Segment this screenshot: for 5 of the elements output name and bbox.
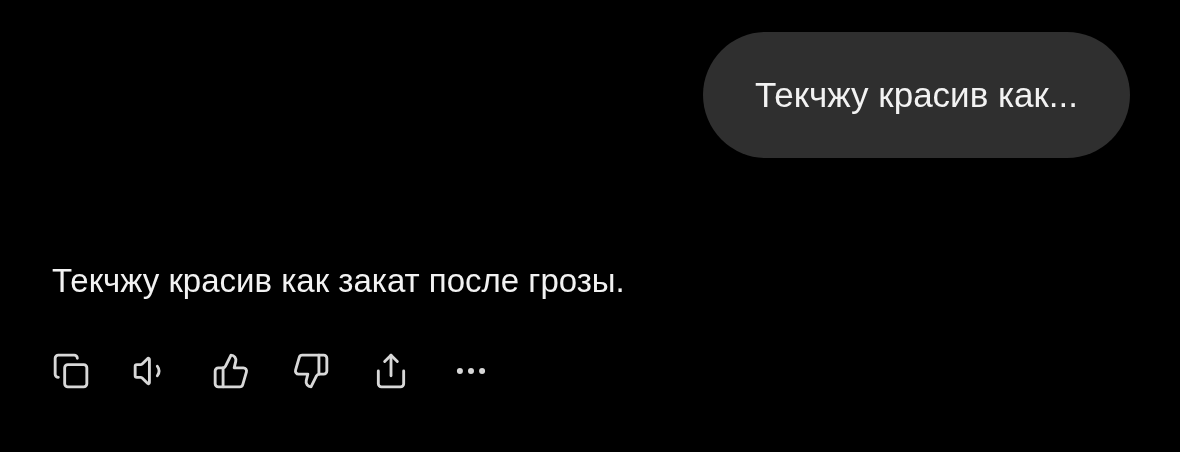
user-message: Текчжу красив как...	[702, 32, 1130, 158]
assistant-message: Текчжу красив как закат после грозы.	[52, 262, 626, 300]
thumbs-down-icon[interactable]	[292, 352, 330, 390]
copy-icon[interactable]	[52, 352, 90, 390]
thumbs-up-icon[interactable]	[212, 352, 250, 390]
